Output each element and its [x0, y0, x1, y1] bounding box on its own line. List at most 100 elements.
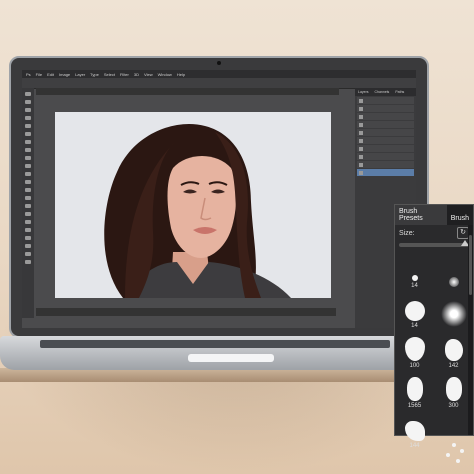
webcam-icon	[217, 61, 221, 65]
status-bar	[36, 308, 336, 316]
layer-thumbnail	[359, 162, 363, 167]
brush-tip-icon	[404, 301, 425, 321]
brush-size-value: 14	[411, 283, 418, 289]
brush-size-value: 100	[409, 363, 420, 369]
menu-item[interactable]: Select	[104, 72, 115, 77]
tool-icon[interactable]	[25, 236, 31, 240]
brush-size-row: Size: ↻	[395, 225, 473, 241]
tool-icon[interactable]	[25, 116, 31, 120]
tool-icon[interactable]	[25, 156, 31, 160]
menu-item[interactable]: Edit	[47, 72, 54, 77]
panel-scrollbar[interactable]	[468, 225, 473, 435]
layer-thumbnail	[359, 106, 363, 111]
document-tab[interactable]	[36, 88, 339, 95]
tool-icon[interactable]	[25, 188, 31, 192]
layer-thumbnail	[359, 98, 363, 103]
tool-icon[interactable]	[25, 220, 31, 224]
tool-icon[interactable]	[25, 172, 31, 176]
brush-tip-icon	[448, 277, 459, 287]
layer-row[interactable]	[357, 105, 414, 112]
brush-size-value: 142	[448, 363, 459, 369]
brush-preset[interactable]: 14	[395, 293, 434, 329]
dock-tab[interactable]: Channels	[375, 90, 390, 94]
tool-icon[interactable]	[25, 148, 31, 152]
menu-item[interactable]: Help	[177, 72, 185, 77]
menu-item[interactable]: Type	[90, 72, 99, 77]
brush-tip-icon	[411, 275, 418, 281]
tool-icon[interactable]	[25, 124, 31, 128]
layer-thumbnail	[359, 154, 363, 159]
size-label: Size:	[399, 229, 415, 237]
tool-icon[interactable]	[25, 132, 31, 136]
menu-item[interactable]: File	[36, 72, 42, 77]
brush-preset[interactable]: 144	[395, 413, 434, 449]
menu-item[interactable]: 3D	[134, 72, 139, 77]
brush-tip-icon	[451, 443, 456, 447]
layer-row[interactable]	[357, 129, 414, 136]
layer-row[interactable]	[357, 153, 414, 160]
laptop-lid: Ps File Edit Image Layer Type Select Filter 3D Vi…	[9, 56, 429, 338]
brush-size-value: 144	[409, 443, 420, 449]
menu-item[interactable]: Window	[158, 72, 172, 77]
layer-row[interactable]	[357, 97, 414, 104]
tool-icon[interactable]	[25, 164, 31, 168]
menu-item[interactable]: View	[144, 72, 153, 77]
tool-icon[interactable]	[25, 196, 31, 200]
tool-icon[interactable]	[25, 228, 31, 232]
brush-tip-icon	[444, 339, 463, 361]
layer-thumbnail	[359, 114, 363, 119]
tool-icon[interactable]	[25, 100, 31, 104]
portrait-illustration	[104, 123, 291, 298]
layer-thumbnail	[359, 170, 363, 175]
tool-icon[interactable]	[25, 140, 31, 144]
dock-tabs: Layers Channels Paths	[355, 88, 416, 96]
tool-icon[interactable]	[25, 260, 31, 264]
layer-row[interactable]	[357, 145, 414, 152]
tool-icon[interactable]	[25, 212, 31, 216]
brush-tip-icon	[404, 421, 425, 441]
layers-list	[355, 97, 416, 176]
scroll-thumb[interactable]	[469, 235, 472, 295]
menu-item[interactable]: Image	[59, 72, 70, 77]
brush-tip-icon	[404, 337, 425, 361]
layer-row[interactable]	[357, 121, 414, 128]
dock-tab[interactable]: Layers	[358, 90, 369, 94]
image-canvas[interactable]	[55, 112, 331, 298]
layer-thumbnail	[359, 146, 363, 151]
tool-icon[interactable]	[25, 92, 31, 96]
tab-brush[interactable]: Brush	[447, 212, 473, 225]
dock-tab[interactable]: Paths	[395, 90, 404, 94]
size-slider[interactable]	[399, 240, 469, 247]
brush-grid: 14 14 100 142 1565 300 144	[395, 253, 473, 449]
layer-row[interactable]	[357, 113, 414, 120]
laptop-screen: Ps File Edit Image Layer Type Select Filter 3D Vi…	[22, 70, 416, 328]
tool-icon[interactable]	[25, 252, 31, 256]
tool-icon[interactable]	[25, 204, 31, 208]
brush-size-value: 1565	[407, 403, 422, 409]
toolbox	[22, 88, 34, 318]
keyboard	[40, 340, 390, 348]
menu-item[interactable]: Layer	[75, 72, 85, 77]
layer-thumbnail	[359, 138, 363, 143]
menu-item[interactable]: Filter	[120, 72, 129, 77]
tool-icon[interactable]	[25, 244, 31, 248]
brush-preset[interactable]: 14	[395, 253, 434, 289]
layer-thumbnail	[359, 122, 363, 127]
trackpad[interactable]	[188, 354, 274, 362]
layer-row[interactable]	[357, 137, 414, 144]
layer-thumbnail	[359, 130, 363, 135]
brush-preset[interactable]: 1565	[395, 373, 434, 409]
brush-preset[interactable]: 100	[395, 333, 434, 369]
tool-icon[interactable]	[25, 180, 31, 184]
layer-row[interactable]	[357, 161, 414, 168]
brush-tip-icon	[440, 301, 467, 327]
tab-brush-presets[interactable]: Brush Presets	[395, 205, 447, 225]
brush-tip-icon	[406, 377, 423, 401]
app-menubar: Ps File Edit Image Layer Type Select Filter 3D Vi…	[22, 70, 416, 78]
brush-size-value: 14	[411, 323, 418, 329]
menu-item[interactable]: Ps	[26, 72, 31, 77]
brush-tip-icon	[445, 377, 462, 401]
brush-panel-tabs: Brush Presets Brush	[395, 205, 473, 225]
tool-icon[interactable]	[25, 108, 31, 112]
layer-row[interactable]	[357, 169, 414, 176]
